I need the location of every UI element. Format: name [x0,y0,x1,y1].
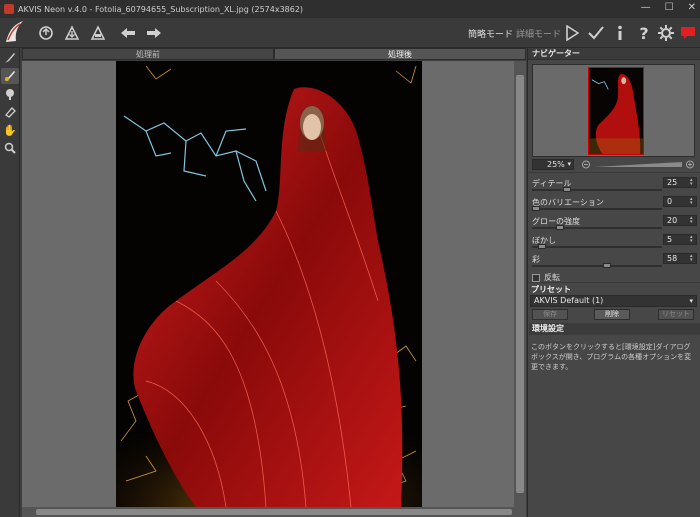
minimize-button[interactable]: — [641,2,651,14]
help-title: 環境設定 [529,323,700,335]
settings-panel: ナビゲーター 25% ディテール 25 [527,48,700,517]
help-icon[interactable]: ? [634,23,654,43]
help-text: このボタンをクリックすると[環境設定]ダイアログボックスが開き、プログラムの各種… [531,343,692,371]
advanced-mode-button[interactable]: 詳細モード [516,27,561,40]
maximize-button[interactable]: ☐ [665,2,674,14]
view-tabs: 処理前 処理後 [22,48,526,60]
separator [528,282,700,283]
param-track[interactable] [532,246,662,248]
horizontal-scrollbar[interactable] [22,507,526,517]
app-icon [4,4,14,14]
toolbar: 簡略モード 詳細モード ? [0,18,700,48]
undo-icon[interactable] [118,23,138,43]
settings-icon[interactable] [656,23,676,43]
navigator-title: ナビゲーター [528,48,700,60]
preset-reset-button[interactable]: リセット [658,309,694,320]
param-value-field[interactable]: 58 [663,253,697,264]
param-knob[interactable] [556,225,565,230]
param-knob[interactable] [562,187,571,192]
info-icon[interactable] [610,23,630,43]
news-icon[interactable] [678,23,698,43]
param-knob[interactable] [602,263,611,268]
checkbox-box[interactable] [532,273,540,282]
run-icon[interactable] [562,23,582,43]
param-value-field[interactable]: 20 [663,215,697,226]
vertical-scroll-thumb[interactable] [516,75,524,493]
neon-photo [116,61,422,507]
zoom-slider[interactable] [582,160,695,169]
param-value-field[interactable]: 5 [663,234,697,245]
open-icon[interactable] [36,23,56,43]
post-processing-brush-icon[interactable] [1,68,19,84]
history-brush-icon[interactable] [1,86,19,102]
express-mode-button[interactable]: 簡略モード [468,27,513,40]
param-track[interactable] [532,208,662,210]
preset-save-button[interactable]: 保存 [532,309,568,320]
window-controls: — ☐ ✕ [641,2,696,14]
param-label: 彩 [532,255,540,264]
param-label: 色のバリエーション [532,198,604,207]
title-bar: AKVIS Neon v.4.0 - Fotolia_60794655_Subs… [0,0,700,18]
navigator-preview[interactable] [532,64,695,157]
close-button[interactable]: ✕ [688,2,696,14]
tools-bar: ✋ [0,48,20,517]
param-knob[interactable] [532,206,540,211]
separator [528,172,700,173]
param-track[interactable] [532,265,662,267]
save-icon[interactable] [62,23,82,43]
brush-icon[interactable] [1,50,19,66]
window-title: AKVIS Neon v.4.0 - Fotolia_60794655_Subs… [18,4,304,14]
param-knob[interactable] [538,244,547,249]
zoom-select[interactable]: 25% [532,158,574,170]
akvis-logo-icon [6,21,23,42]
vertical-scrollbar[interactable] [514,61,526,507]
print-icon[interactable] [88,23,108,43]
redo-icon[interactable] [144,23,164,43]
preset-title: プリセット [531,285,571,294]
horizontal-scroll-thumb[interactable] [36,509,512,515]
image-canvas[interactable] [22,61,514,507]
eraser-icon[interactable] [1,104,19,120]
preset-select[interactable]: AKVIS Default (1) [530,295,697,307]
preset-delete-button[interactable]: 削除 [594,309,630,320]
hand-icon[interactable]: ✋ [1,122,19,138]
param-value-field[interactable]: 25 [663,177,697,188]
app-window: AKVIS Neon v.4.0 - Fotolia_60794655_Subs… [0,0,700,517]
param-track[interactable] [532,189,662,191]
tab-after[interactable]: 処理後 [274,48,526,60]
zoom-row: 25% [532,158,695,170]
apply-icon[interactable] [586,23,606,43]
param-value-field[interactable]: 0 [663,196,697,207]
navigator-thumbnail [588,67,644,155]
zoom-icon[interactable] [1,140,19,156]
param-track[interactable] [532,227,662,229]
tab-before[interactable]: 処理前 [22,48,274,60]
